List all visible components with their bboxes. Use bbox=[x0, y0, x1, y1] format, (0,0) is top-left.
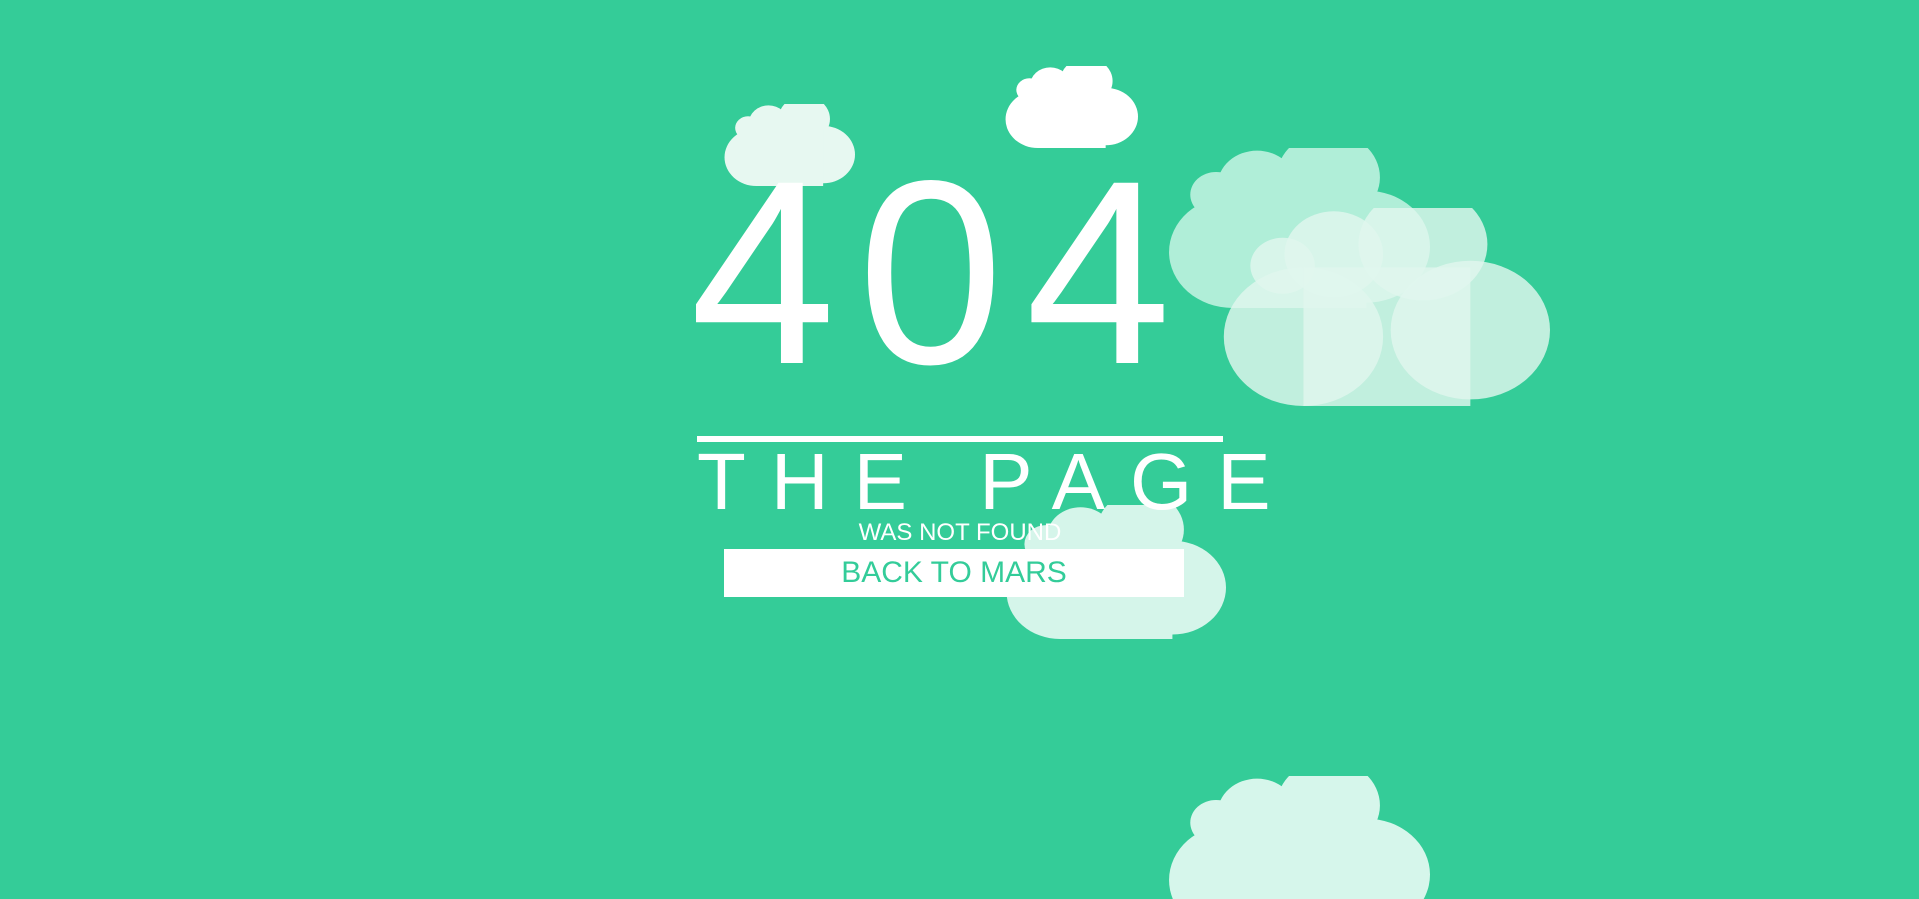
error-code: 404 bbox=[690, 126, 1194, 419]
error-subline: WAS NOT FOUND bbox=[858, 519, 1062, 546]
error-headline: THE PAGE bbox=[697, 437, 1296, 526]
back-to-mars-button[interactable]: BACK TO MARS bbox=[724, 549, 1184, 597]
cloud-decoration bbox=[1220, 208, 1550, 406]
cloud-decoration bbox=[1166, 776, 1430, 899]
not-found-page: 404 THE PAGE WAS NOT FOUND BACK TO MARS bbox=[0, 0, 1919, 899]
